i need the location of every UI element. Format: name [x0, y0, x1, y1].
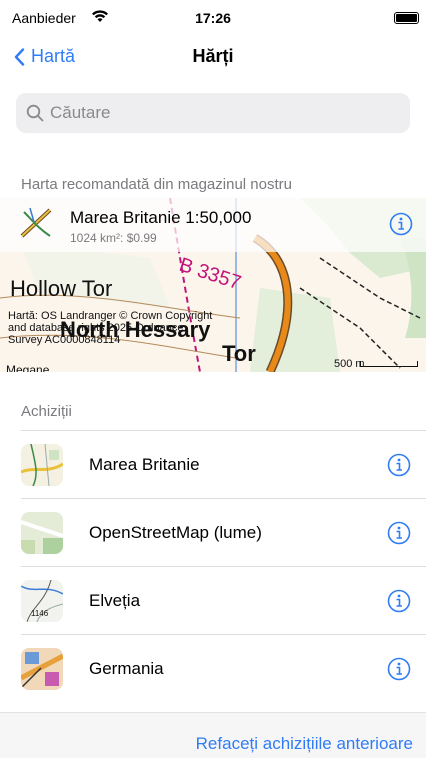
info-icon[interactable] — [387, 589, 411, 613]
purchase-item-elvetia[interactable]: 1146 Elveția — [21, 566, 426, 634]
featured-map-title: Marea Britanie 1:50,000 — [70, 208, 252, 227]
swiss-map-thumb: 1146 — [21, 580, 63, 622]
os-map-icon — [20, 207, 52, 238]
map-place-hollow-tor: Hollow Tor — [10, 276, 112, 301]
page-title: Hărți — [192, 46, 234, 66]
info-icon[interactable] — [387, 521, 411, 545]
featured-map-card[interactable]: B 3357 Hollow Tor North Hessary Tor Mega… — [0, 198, 426, 372]
osm-map-thumb — [21, 512, 63, 554]
purchase-item-label: Germania — [89, 659, 164, 678]
purchase-item-openstreetmap[interactable]: OpenStreetMap (lume) — [21, 498, 426, 566]
bottom-toolbar: Refaceți achizițiile anterioare — [0, 712, 426, 758]
map-place-left-low: Megane — [6, 363, 50, 372]
swiss-thumb-text: 1146 — [31, 609, 49, 618]
info-icon[interactable] — [387, 453, 411, 477]
search-icon — [26, 104, 44, 122]
featured-section-header: Harta recomandată din magazinul nostru — [21, 176, 292, 193]
map-place-tor: Tor — [222, 341, 256, 366]
purchase-item-label: OpenStreetMap (lume) — [89, 523, 262, 542]
purchase-item-label: Elveția — [89, 591, 141, 610]
search-input[interactable] — [50, 103, 390, 123]
navigation-bar: Hartă Hărți — [0, 40, 426, 76]
status-bar: Aanbieder 17:26 — [0, 0, 426, 34]
map-attribution: Hartă: OS Landranger © Crown Copyright a… — [8, 310, 213, 346]
map-scale-bar — [360, 361, 418, 367]
purchase-list: Marea Britanie OpenStreetMap (lume) 1146 — [0, 430, 426, 702]
purchases-section-header: Achiziții — [21, 403, 72, 420]
purchase-item-label: Marea Britanie — [89, 455, 200, 474]
battery-icon — [394, 12, 419, 24]
purchase-item-germania[interactable]: Germania — [21, 634, 426, 702]
os-map-thumb — [21, 444, 63, 486]
search-bar[interactable] — [16, 93, 410, 133]
restore-purchases-button[interactable]: Refaceți achizițiile anterioare — [196, 734, 413, 754]
germany-map-thumb — [21, 648, 63, 690]
purchase-item-marea-britanie[interactable]: Marea Britanie — [21, 430, 426, 498]
featured-map-price: 1024 km²: $0.99 — [70, 231, 157, 245]
status-time: 17:26 — [195, 10, 231, 26]
info-icon[interactable] — [389, 212, 413, 236]
info-icon[interactable] — [387, 657, 411, 681]
